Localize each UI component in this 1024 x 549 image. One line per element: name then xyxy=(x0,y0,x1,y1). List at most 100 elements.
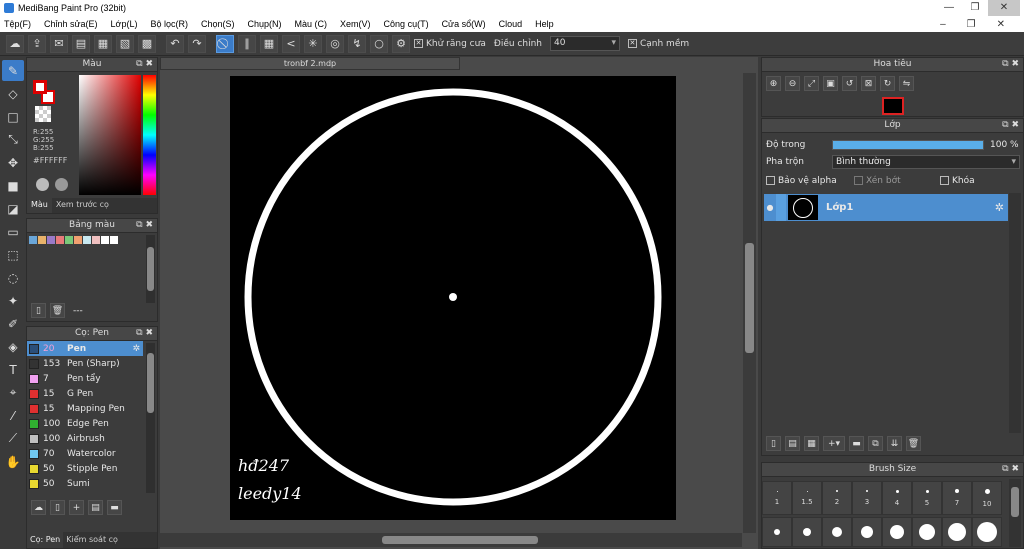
rotate-left-icon[interactable]: ↺ xyxy=(842,76,857,91)
swatch-color[interactable] xyxy=(110,236,118,244)
menu-filter[interactable]: Bộ lọc(R) xyxy=(150,19,188,29)
navigator-preview[interactable] xyxy=(882,97,904,115)
brush-size-cell[interactable] xyxy=(762,517,792,547)
tab-color[interactable]: Màu xyxy=(27,198,52,213)
menu-select[interactable]: Chọn(S) xyxy=(201,19,235,29)
add-layer-menu-icon[interactable]: +▾ xyxy=(823,436,845,451)
add-brush-icon[interactable]: + xyxy=(69,500,84,515)
brush-tool-icon[interactable]: ✎ xyxy=(2,60,24,81)
zoom-out-icon[interactable]: ⊖ xyxy=(785,76,800,91)
snap-settings-icon[interactable]: ⚙ xyxy=(392,34,410,53)
brush-size-cell[interactable]: 2 xyxy=(822,481,852,515)
copy-brush-icon[interactable]: ▤ xyxy=(88,500,103,515)
brush-size-cell[interactable]: 3 xyxy=(852,481,882,515)
swatch-color[interactable] xyxy=(38,236,46,244)
share-icon[interactable]: ⇪ xyxy=(28,34,46,53)
swatch-color[interactable] xyxy=(47,236,55,244)
undo-icon[interactable]: ↶ xyxy=(166,34,184,53)
swatch-color[interactable] xyxy=(65,236,73,244)
radial-snap-icon[interactable]: ✳ xyxy=(304,34,322,53)
snap-off-icon[interactable]: ⃠ xyxy=(216,34,234,53)
delete-swatch-icon[interactable]: 🗑 xyxy=(50,303,65,318)
select-pen-icon[interactable]: ✐ xyxy=(2,313,24,334)
layer-item[interactable]: ● Lớp1 ✲ xyxy=(764,194,1008,221)
cross-snap-icon[interactable]: ▦ xyxy=(260,34,278,53)
fill-tool-icon[interactable]: ◪ xyxy=(2,198,24,219)
visibility-icon[interactable]: ● xyxy=(764,203,776,212)
brush-item[interactable]: 100 Edge Pen xyxy=(27,416,143,431)
close-button[interactable]: ✕ xyxy=(988,0,1020,16)
comment-icon[interactable]: ✉ xyxy=(50,34,68,53)
brush-item[interactable]: 7 Pen tẩy xyxy=(27,371,143,386)
transparent-swatch[interactable] xyxy=(35,106,51,122)
reset-view-icon[interactable]: ⊠ xyxy=(861,76,876,91)
menu-view[interactable]: Xem(V) xyxy=(340,19,371,29)
new-halftone-layer-icon[interactable]: ▦ xyxy=(804,436,819,451)
select-tool-icon[interactable]: ⬚ xyxy=(2,244,24,265)
rotate-right-icon[interactable]: ↻ xyxy=(880,76,895,91)
duplicate-layer-icon[interactable]: ⧉ xyxy=(868,436,883,451)
brush-scrollbar[interactable] xyxy=(146,343,155,493)
swatch-color[interactable] xyxy=(29,236,37,244)
swatch-color[interactable] xyxy=(83,236,91,244)
brush-item[interactable]: 50 Sumi xyxy=(27,476,143,491)
blur-tool-icon[interactable]: ⤡ xyxy=(2,129,24,150)
doc-minimize-button[interactable]: – xyxy=(940,19,946,30)
cloud-icon[interactable]: ☁ xyxy=(6,34,24,53)
doc-restore-button[interactable]: ❐ xyxy=(967,19,976,30)
foreground-color-swatch[interactable] xyxy=(33,80,47,94)
lasso-tool-icon[interactable]: ◌ xyxy=(2,267,24,288)
cloud-brush-icon[interactable]: ☁ xyxy=(31,500,46,515)
protect-alpha-checkbox[interactable]: Bảo vệ alpha xyxy=(766,175,854,186)
saturation-value-picker[interactable] xyxy=(79,75,141,195)
actual-size-icon[interactable]: ▣ xyxy=(823,76,838,91)
brush-size-scrollbar[interactable] xyxy=(1009,479,1021,547)
antialias-option[interactable]: ✕ Khử răng cưa xyxy=(414,38,486,49)
menu-file[interactable]: Tệp(F) xyxy=(4,19,31,29)
merge-layer-icon[interactable]: ⇊ xyxy=(887,436,902,451)
canvas-horizontal-scrollbar[interactable] xyxy=(160,533,742,547)
new-layer-icon[interactable]: ▯ xyxy=(766,436,781,451)
minimize-button[interactable]: — xyxy=(936,0,962,16)
drawing-canvas[interactable]: hđ247 leedy14 xyxy=(230,76,676,520)
magic-wand-icon[interactable]: ✦ xyxy=(2,290,24,311)
menu-tools[interactable]: Công cụ(T) xyxy=(384,19,429,29)
curve-snap-icon[interactable]: ↯ xyxy=(348,34,366,53)
brush-size-cell[interactable] xyxy=(972,517,1002,547)
layer-scrollbar[interactable] xyxy=(1009,193,1021,433)
document-tab[interactable]: tronbf 2.mdp xyxy=(160,57,460,70)
menu-snap[interactable]: Chụp(N) xyxy=(248,19,282,29)
doc-close-button[interactable]: ✕ xyxy=(997,19,1005,30)
document-icon[interactable]: ▦ xyxy=(94,34,112,53)
brush-item[interactable]: 15 G Pen xyxy=(27,386,143,401)
swatch-color[interactable] xyxy=(92,236,100,244)
hue-slider[interactable] xyxy=(143,75,156,195)
canvas-vertical-scrollbar[interactable] xyxy=(743,73,756,533)
brush-item[interactable]: 70 Watercolor xyxy=(27,446,143,461)
text-tool-icon[interactable]: T xyxy=(2,359,24,380)
tab-brush[interactable]: Cọ: Pen xyxy=(27,532,64,548)
swatch-color[interactable] xyxy=(74,236,82,244)
clip-checkbox[interactable]: Xén bớt xyxy=(854,175,940,186)
swatch-scrollbar[interactable] xyxy=(146,235,155,303)
materials-icon[interactable]: ▧ xyxy=(116,34,134,53)
brush-item[interactable]: 153 Pen (Sharp) xyxy=(27,356,143,371)
brush-item[interactable]: 15 Mapping Pen xyxy=(27,401,143,416)
brush-size-cell[interactable] xyxy=(882,517,912,547)
brush-size-cell[interactable]: 7 xyxy=(942,481,972,515)
parallel-snap-icon[interactable]: ∥ xyxy=(238,34,256,53)
move-tool-icon[interactable]: ✥ xyxy=(2,152,24,173)
brush-size-cell[interactable]: 1.5 xyxy=(792,481,822,515)
brush-size-cell[interactable]: 1 xyxy=(762,481,792,515)
menu-cloud[interactable]: Cloud xyxy=(499,19,523,29)
concentric-snap-icon[interactable]: ◎ xyxy=(326,34,344,53)
grid-icon[interactable]: ▩ xyxy=(138,34,156,53)
menu-window[interactable]: Cửa sổ(W) xyxy=(442,19,486,29)
dot-tool-icon[interactable]: □ xyxy=(2,106,24,127)
color-wheel-icon[interactable] xyxy=(36,178,49,191)
lock-checkbox[interactable]: Khóa xyxy=(940,175,975,186)
brush-size-cell[interactable] xyxy=(822,517,852,547)
color-adjust-icon[interactable] xyxy=(55,178,68,191)
redo-icon[interactable]: ↷ xyxy=(188,34,206,53)
layer-settings-icon[interactable]: ✲ xyxy=(995,201,1004,214)
